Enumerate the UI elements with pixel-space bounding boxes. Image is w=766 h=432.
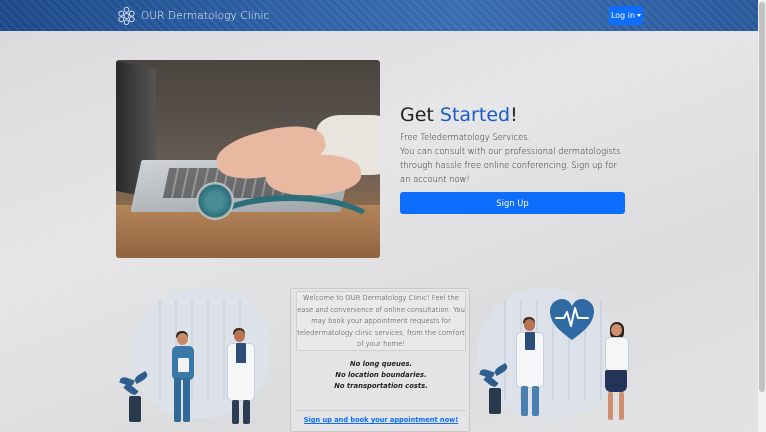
card-divider [296,410,466,411]
benefit-item: No location boundaries. [335,371,427,379]
hero-tagline: Free Teledermatology Services. [400,132,531,142]
info-card: Welcome to OUR Dermatology Clinic! Feel … [290,288,470,432]
hero-body: You can consult with our professional de… [400,146,621,184]
book-appointment-link[interactable]: Sign up and book your appointment now! [291,416,471,424]
page-scrollbar[interactable] [758,0,766,432]
signup-button[interactable]: Sign Up [400,192,625,214]
clinic-logo-icon [118,6,135,25]
scrollbar-thumb[interactable] [759,2,765,392]
heart-pulse-icon [550,299,594,340]
brand-name: OUR Dermatology Clinic [141,9,270,22]
hero-description: Free Teledermatology Services. You can c… [400,130,625,186]
login-label: Log in [610,11,636,20]
hero-image-laptop-stethoscope [116,60,380,258]
hero-title: Get Started! [400,104,518,126]
brand-link[interactable]: OUR Dermatology Clinic [117,5,269,26]
benefit-item: No long queues. [349,360,413,368]
benefit-item: No transportation costs. [334,382,428,390]
benefits-list: No long queues. No location boundaries. … [291,359,471,392]
navbar: OUR Dermatology Clinic Log in [0,0,758,31]
welcome-text: Welcome to OUR Dermatology Clinic! Feel … [297,294,465,348]
caret-down-icon [637,14,642,17]
login-dropdown-button[interactable]: Log in [609,6,643,25]
